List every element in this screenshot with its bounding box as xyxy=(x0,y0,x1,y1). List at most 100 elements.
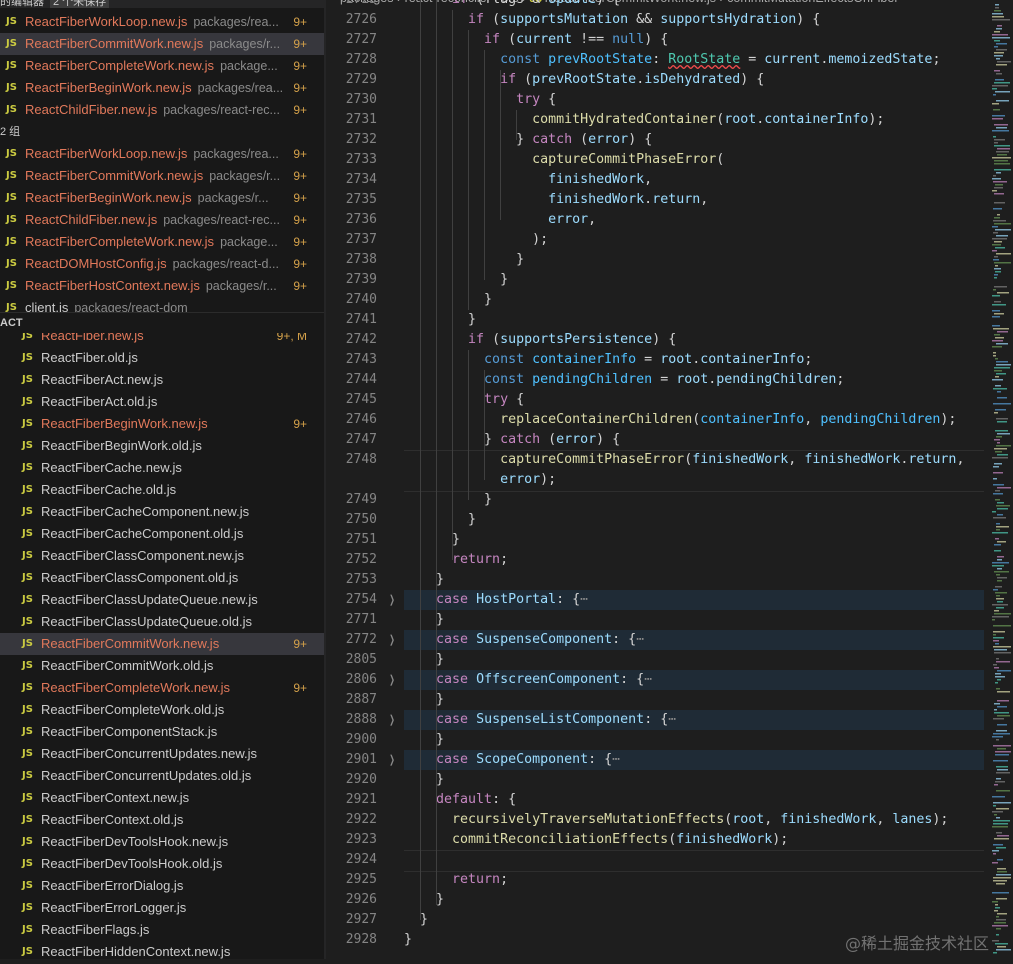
minimap[interactable] xyxy=(990,0,1013,959)
folded-ellipsis[interactable]: ⋯ xyxy=(668,712,676,727)
code-line[interactable]: try { xyxy=(404,390,984,410)
open-editor-item[interactable]: JS ReactFiberCommitWork.new.js packages/r.… xyxy=(0,165,324,187)
file-tree-item[interactable]: JS ReactFiberAct.new.js xyxy=(0,369,324,391)
open-editor-item[interactable]: JS ReactChildFiber.new.js packages/react-r… xyxy=(0,209,324,231)
code-line[interactable]: error); xyxy=(404,470,984,490)
open-editor-item[interactable]: JS ReactChildFiber.new.js packages/react-r… xyxy=(0,99,324,121)
code-line[interactable]: const pendingChildren = root.pendingChil… xyxy=(404,370,984,390)
code-line[interactable]: if (prevRootState.isDehydrated) { xyxy=(404,70,984,90)
file-tree-item[interactable]: JS ReactFiberCompleteWork.new.js 9+ xyxy=(0,677,324,699)
open-editor-item[interactable]: JS ReactFiberWorkLoop.new.js packages/rea.… xyxy=(0,11,324,33)
file-tree-item[interactable]: JS ReactFiberErrorLogger.js xyxy=(0,897,324,919)
file-tree-item[interactable]: JS ReactFiberCommitWork.old.js xyxy=(0,655,324,677)
file-tree-item[interactable]: JS ReactFiberCache.old.js xyxy=(0,479,324,501)
code-line[interactable]: } xyxy=(404,310,984,330)
file-tree-item[interactable]: JS ReactFiberConcurrentUpdates.new.js xyxy=(0,743,324,765)
file-tree-item[interactable]: JS ReactFiberConcurrentUpdates.old.js xyxy=(0,765,324,787)
code-line[interactable]: recursivelyTraverseMutationEffects(root,… xyxy=(404,810,984,830)
open-editor-item[interactable]: JS ReactFiberBeginWork.new.js packages/r..… xyxy=(0,187,324,209)
open-editor-item[interactable]: JS ReactFiberBeginWork.new.js packages/rea… xyxy=(0,77,324,99)
code-line[interactable]: const containerInfo = root.containerInfo… xyxy=(404,350,984,370)
open-editor-item[interactable]: JS ReactFiberCompleteWork.new.js package..… xyxy=(0,231,324,253)
code-line[interactable]: } xyxy=(404,270,984,290)
file-tree-item[interactable]: JS ReactFiberCommitWork.new.js 9+ xyxy=(0,633,324,655)
file-tree-item[interactable]: JS ReactFiberBeginWork.old.js xyxy=(0,435,324,457)
group-2-label[interactable]: 2 组 xyxy=(0,122,324,142)
file-tree-item[interactable]: JS ReactFiberCache.new.js xyxy=(0,457,324,479)
open-editor-item[interactable]: JS ReactFiberCommitWork.new.js packages/r.… xyxy=(0,33,324,55)
code-line[interactable]: } xyxy=(404,890,984,910)
file-tree-item[interactable]: JS ReactFiberClassComponent.new.js xyxy=(0,545,324,567)
code-line[interactable]: commitHydratedContainer(root.containerIn… xyxy=(404,110,984,130)
code-line[interactable]: case OffscreenComponent: {⋯ xyxy=(404,670,984,690)
code-line[interactable]: case SuspenseListComponent: {⋯ xyxy=(404,710,984,730)
file-tree-item[interactable]: JS ReactFiberClassUpdateQueue.old.js xyxy=(0,611,324,633)
code-line[interactable]: } xyxy=(404,530,984,550)
open-editor-item[interactable]: JS ReactFiberWorkLoop.new.js packages/rea.… xyxy=(0,143,324,165)
file-tree-item[interactable]: JS ReactFiberCacheComponent.old.js xyxy=(0,523,324,545)
code-line[interactable]: replaceContainerChildren(containerInfo, … xyxy=(404,410,984,430)
open-editor-item[interactable]: JS ReactDOMHostConfig.js packages/react-d.… xyxy=(0,253,324,275)
code-line[interactable]: if (supportsPersistence) { xyxy=(404,330,984,350)
code-line[interactable]: error, xyxy=(404,210,984,230)
code-line[interactable]: } xyxy=(404,610,984,630)
folded-ellipsis[interactable]: ⋯ xyxy=(636,632,644,647)
code-line[interactable]: } xyxy=(404,770,984,790)
file-tree-item[interactable]: JS ReactFiberBeginWork.new.js 9+ xyxy=(0,413,324,435)
code-line[interactable]: } xyxy=(404,690,984,710)
folded-ellipsis[interactable]: ⋯ xyxy=(644,672,652,687)
code-line[interactable]: } xyxy=(404,510,984,530)
code-line[interactable]: } xyxy=(404,490,984,510)
file-tree-item[interactable]: JS ReactFiberCompleteWork.old.js xyxy=(0,699,324,721)
sidebar-divider[interactable] xyxy=(324,0,326,959)
chevron-right-icon[interactable]: ❯ xyxy=(388,630,395,650)
code-line[interactable]: case ScopeComponent: {⋯ xyxy=(404,750,984,770)
code-line[interactable]: if (flags & Update) { xyxy=(404,0,984,10)
chevron-right-icon[interactable]: ❯ xyxy=(388,750,395,770)
file-tree-item[interactable]: JS ReactFiberContext.old.js xyxy=(0,809,324,831)
code-line[interactable]: commitReconciliationEffects(finishedWork… xyxy=(404,830,984,850)
file-tree-item[interactable]: JS ReactFiberHiddenContext.new.js xyxy=(0,941,324,959)
code-line[interactable]: } xyxy=(404,290,984,310)
folded-ellipsis[interactable]: ⋯ xyxy=(580,592,588,607)
code-line[interactable]: } catch (error) { xyxy=(404,130,984,150)
explorer-section-header[interactable]: ACT xyxy=(0,312,324,333)
file-tree-item[interactable]: JS ReactFiberClassUpdateQueue.new.js xyxy=(0,589,324,611)
chevron-right-icon[interactable]: ❯ xyxy=(388,710,395,730)
code-line[interactable]: if (supportsMutation && supportsHydratio… xyxy=(404,10,984,30)
chevron-right-icon[interactable]: ❯ xyxy=(388,670,395,690)
code-line[interactable]: captureCommitPhaseError( xyxy=(404,150,984,170)
file-tree-item[interactable]: JS ReactFiberCacheComponent.new.js xyxy=(0,501,324,523)
code-line[interactable]: } xyxy=(404,730,984,750)
code-line[interactable]: } catch (error) { xyxy=(404,430,984,450)
folded-ellipsis[interactable]: ⋯ xyxy=(612,752,620,767)
code-line[interactable]: ); xyxy=(404,230,984,250)
code-line[interactable]: const prevRootState: RootState = current… xyxy=(404,50,984,70)
code-line[interactable]: finishedWork, xyxy=(404,170,984,190)
code-line[interactable]: if (current !== null) { xyxy=(404,30,984,50)
chevron-right-icon[interactable]: ❯ xyxy=(388,590,395,610)
code-line[interactable]: return; xyxy=(404,870,984,890)
file-tree-item[interactable]: JS ReactFiberClassComponent.old.js xyxy=(0,567,324,589)
open-editor-item[interactable]: JS ReactFiberHostContext.new.js packages/r… xyxy=(0,275,324,297)
code-line[interactable]: finishedWork.return, xyxy=(404,190,984,210)
code-line[interactable]: try { xyxy=(404,90,984,110)
code-line[interactable]: } xyxy=(404,570,984,590)
file-tree-item[interactable]: JS ReactFiberContext.new.js xyxy=(0,787,324,809)
code-line[interactable]: return; xyxy=(404,550,984,570)
file-tree-item[interactable]: JS ReactFiber.old.js xyxy=(0,347,324,369)
file-tree-item[interactable]: JS ReactFiberDevToolsHook.new.js xyxy=(0,831,324,853)
open-editor-item[interactable]: JS ReactFiberCompleteWork.new.js package..… xyxy=(0,55,324,77)
file-tree-item[interactable]: JS ReactFiberDevToolsHook.old.js xyxy=(0,853,324,875)
file-tree-item[interactable]: JS ReactFiberAct.old.js xyxy=(0,391,324,413)
code-line[interactable]: default: { xyxy=(404,790,984,810)
code-line[interactable]: } xyxy=(404,250,984,270)
code-line[interactable] xyxy=(404,850,984,870)
code-line[interactable]: case HostPortal: {⋯ xyxy=(404,590,984,610)
code-line[interactable]: } xyxy=(404,910,984,930)
file-tree-item[interactable]: JS ReactFiberFlags.js xyxy=(0,919,324,941)
file-tree-item[interactable]: JS ReactFiberComponentStack.js xyxy=(0,721,324,743)
open-editors-header[interactable]: 的编辑器 2 个未保存 xyxy=(0,0,324,8)
file-tree-item[interactable]: JS ReactFiberErrorDialog.js xyxy=(0,875,324,897)
code-line[interactable]: case SuspenseComponent: {⋯ xyxy=(404,630,984,650)
